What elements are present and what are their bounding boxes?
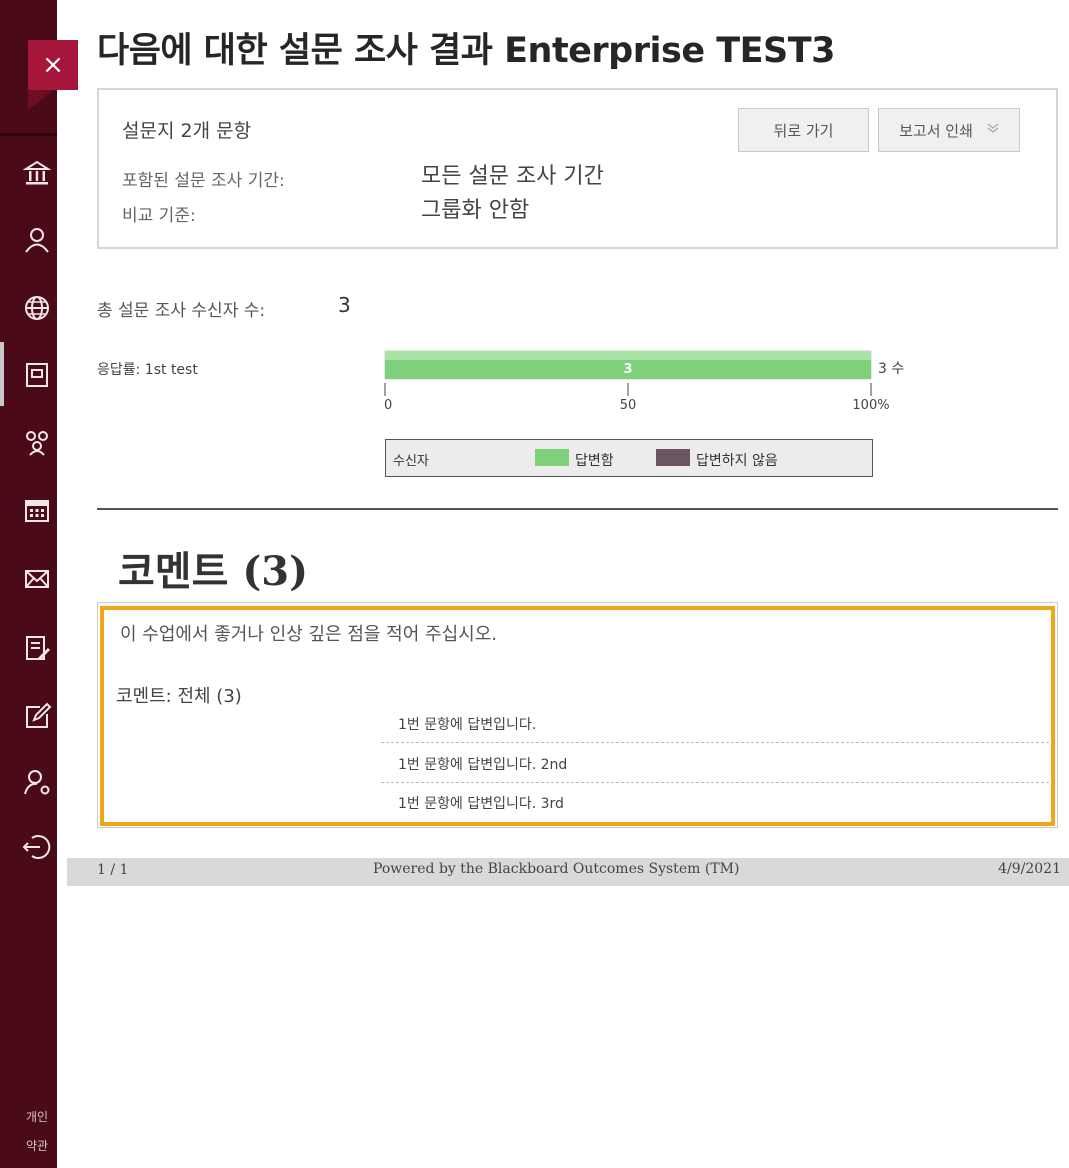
print-report-button[interactable]: 보고서 인쇄 [878, 108, 1020, 152]
answer-text: 1번 문항에 답변입니다. 3rd [398, 796, 564, 812]
question-text: 이 수업에서 좋거나 인상 깊은 점을 적어 주십시오. [120, 624, 497, 645]
report-footer: 1 / 1 Powered by the Blackboard Outcomes… [67, 858, 1069, 886]
footer-powered-by: Powered by the Blackboard Outcomes Syste… [373, 861, 740, 877]
axis-tick-label: 50 [620, 398, 637, 413]
terms-link[interactable]: 약관 [26, 1137, 48, 1154]
comments-heading: 코멘트 (3) [118, 548, 309, 595]
back-button[interactable]: 뒤로 가기 [738, 108, 869, 152]
close-button[interactable]: × [28, 40, 78, 90]
footer-page-number: 1 / 1 [97, 862, 129, 878]
page-title: 다음에 대한 설문 조사 결과 Enterprise TEST3 [97, 31, 835, 71]
answer-row: 1번 문항에 답변입니다. [381, 705, 1049, 743]
institution-icon[interactable] [22, 155, 62, 191]
close-button-fold [28, 90, 53, 110]
close-icon: × [42, 50, 64, 80]
legend-title: 수신자 [393, 454, 429, 469]
period-value: 모든 설문 조사 기간 [421, 164, 604, 189]
back-button-label: 뒤로 가기 [773, 121, 834, 140]
legend-swatch-not-answered [656, 449, 690, 466]
comment-summary: 코멘트: 전체 (3) [116, 686, 242, 707]
total-recipients-value: 3 [338, 293, 351, 317]
chart-axis: 0 50 100% [384, 383, 890, 413]
section-divider [97, 508, 1058, 510]
compare-label: 비교 기준: [122, 206, 196, 226]
grades-icon[interactable] [22, 630, 62, 666]
globe-icon[interactable] [22, 290, 62, 326]
period-label: 포함된 설문 조사 기간: [122, 171, 285, 191]
question-count-heading: 설문지 2개 문항 [122, 120, 252, 142]
footer-date: 4/9/2021 [998, 861, 1061, 877]
chart-legend: 수신자 답변함 답변하지 않음 [385, 439, 873, 477]
tools-icon[interactable] [22, 698, 62, 734]
sign-out-icon[interactable] [22, 829, 62, 865]
user-icon[interactable] [22, 222, 62, 258]
answer-text: 1번 문항에 답변입니다. [398, 716, 537, 733]
groups-icon[interactable] [22, 424, 62, 460]
rail-active-indicator [0, 342, 4, 406]
total-recipients-label: 총 설문 조사 수신자 수: [97, 301, 266, 321]
print-report-label: 보고서 인쇄 [899, 121, 973, 140]
messages-icon[interactable] [22, 560, 62, 596]
legend-swatch-answered [535, 449, 569, 466]
calendar-icon[interactable] [22, 492, 62, 528]
axis-tick-label: 100% [852, 398, 889, 413]
axis-tick-label: 0 [384, 398, 392, 413]
chevron-down-icon [987, 122, 999, 138]
courses-icon[interactable] [22, 356, 62, 392]
legend-not-answered: 답변하지 않음 [696, 453, 778, 469]
answer-row: 1번 문항에 답변입니다. 2nd [381, 745, 1049, 783]
left-nav-rail: 개인 약관 [0, 0, 57, 1168]
rail-divider [0, 133, 57, 136]
compare-value: 그룹화 안함 [421, 198, 530, 223]
survey-info-panel: 설문지 2개 문항 포함된 설문 조사 기간: 모든 설문 조사 기간 비교 기… [97, 88, 1058, 249]
answer-row: 1번 문항에 답변입니다. 3rd [381, 784, 1049, 822]
bar-answered-highlight [385, 351, 871, 360]
answer-text: 1번 문항에 답변입니다. 2nd [398, 756, 568, 773]
admin-icon[interactable] [22, 764, 62, 800]
privacy-link[interactable]: 개인 [26, 1108, 48, 1125]
response-rate-label: 응답률: 1st test [97, 362, 198, 378]
legend-answered: 답변함 [575, 453, 614, 469]
bar-value-label: 3 [623, 362, 632, 377]
bar-end-label: 3 수신자 [878, 361, 904, 377]
